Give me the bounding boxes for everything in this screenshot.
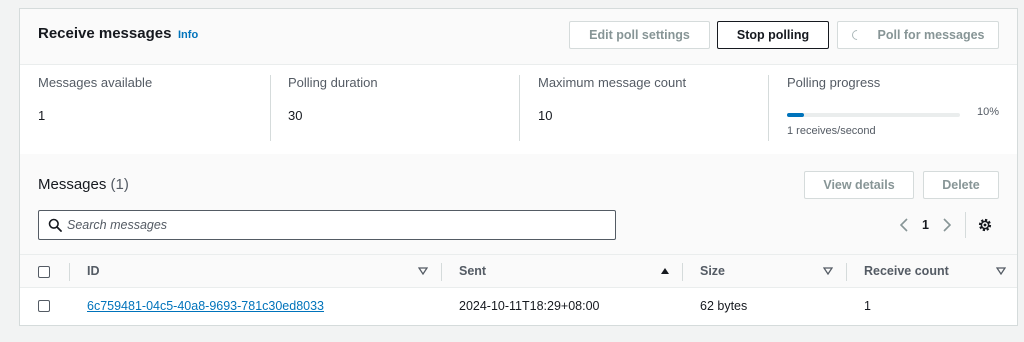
sort-ascending-icon[interactable] — [660, 267, 670, 275]
stat-max-message-count: Maximum message count 10 — [538, 75, 758, 145]
select-all-checkbox[interactable] — [38, 266, 50, 278]
messages-panel: Messages (1) View details Delete 1 — [19, 154, 1018, 326]
column-header-receive-count[interactable]: Receive count — [864, 264, 949, 278]
stat-value: 10 — [538, 108, 553, 123]
search-icon — [48, 218, 62, 232]
stat-label: Polling duration — [288, 75, 378, 90]
receive-messages-panel: Receive messages Info Edit poll settings… — [19, 8, 1018, 154]
column-header-size[interactable]: Size — [700, 264, 725, 278]
progress-percent: 10% — [977, 106, 1000, 118]
table-row[interactable]: 6c759481-04c5-40a8-9693-781c30ed8033 202… — [20, 288, 1017, 324]
search-box — [38, 210, 616, 240]
polling-stats: Messages available 1 Polling duration 30… — [20, 65, 1017, 155]
divider — [69, 263, 70, 281]
row-checkbox[interactable] — [38, 300, 50, 312]
divider — [846, 263, 847, 281]
search-input[interactable] — [67, 215, 607, 235]
view-details-label: View details — [823, 178, 895, 192]
messages-title-text: Messages — [38, 176, 107, 193]
stop-polling-label: Stop polling — [736, 28, 810, 42]
sort-down-icon[interactable] — [996, 267, 1006, 275]
progress-label: Polling progress — [787, 75, 881, 90]
stat-messages-available: Messages available 1 — [38, 75, 258, 145]
stat-value: 1 — [38, 108, 46, 123]
divider — [519, 75, 520, 141]
stop-polling-button[interactable]: Stop polling — [717, 21, 829, 49]
progress-bar — [787, 113, 960, 117]
divider — [441, 263, 442, 281]
progress-bar-fill — [787, 113, 805, 117]
stat-value: 30 — [288, 108, 303, 123]
stat-polling-progress: Polling progress 10% 1 receives/second — [787, 75, 1002, 145]
divider — [768, 75, 769, 141]
column-header-sent[interactable]: Sent — [459, 264, 486, 278]
pagination: 1 — [898, 212, 994, 238]
message-receive-count: 1 — [864, 299, 871, 313]
messages-count: (1) — [110, 176, 129, 193]
divider — [964, 212, 966, 238]
stat-label: Messages available — [38, 75, 153, 90]
message-size: 62 bytes — [700, 299, 748, 313]
divider — [270, 75, 271, 141]
view-details-button[interactable]: View details — [804, 171, 914, 199]
stat-label: Maximum message count — [538, 75, 687, 90]
poll-for-messages-label: Poll for messages — [877, 28, 985, 42]
sort-down-icon[interactable] — [823, 267, 833, 275]
stat-polling-duration: Polling duration 30 — [288, 75, 508, 145]
current-page[interactable]: 1 — [922, 218, 929, 232]
messages-title: Messages (1) — [38, 176, 129, 193]
delete-button[interactable]: Delete — [923, 171, 999, 199]
edit-poll-settings-button[interactable]: Edit poll settings — [569, 21, 710, 49]
delete-label: Delete — [942, 178, 980, 192]
edit-poll-settings-label: Edit poll settings — [589, 28, 690, 42]
loading-spinner-icon — [849, 27, 864, 43]
column-header-id[interactable]: ID — [87, 264, 100, 278]
next-page-icon[interactable] — [941, 216, 953, 234]
prev-page-icon[interactable] — [898, 216, 910, 234]
divider — [682, 263, 683, 281]
panel-title: Receive messages — [38, 25, 172, 42]
table-header: ID Sent Size Receive count — [20, 254, 1017, 288]
message-id-link[interactable]: 6c759481-04c5-40a8-9693-781c30ed8033 — [87, 299, 324, 313]
message-sent: 2024-10-11T18:29+08:00 — [459, 299, 600, 313]
progress-note: 1 receives/second — [787, 125, 876, 137]
panel-header: Receive messages Info Edit poll settings… — [20, 9, 1017, 65]
poll-for-messages-button[interactable]: Poll for messages — [837, 21, 999, 49]
gear-icon[interactable] — [976, 216, 994, 234]
sort-down-icon[interactable] — [418, 267, 428, 275]
info-link[interactable]: Info — [178, 29, 198, 41]
messages-header: Messages (1) View details Delete 1 — [20, 154, 1017, 254]
